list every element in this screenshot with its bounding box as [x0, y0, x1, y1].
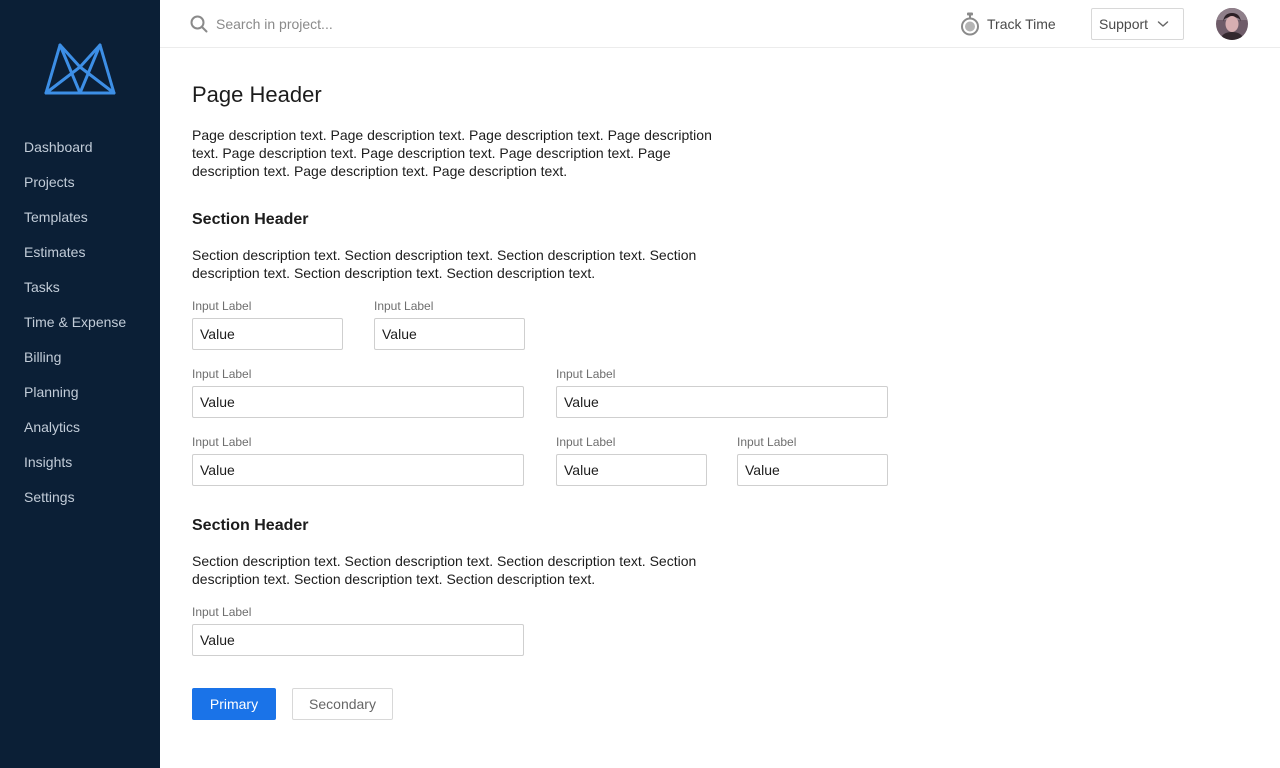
sidebar-item-planning[interactable]: Planning	[0, 375, 160, 410]
sidebar-item-dashboard[interactable]: Dashboard	[0, 130, 160, 165]
form-field: Input Label	[192, 604, 524, 656]
field-label: Input Label	[192, 299, 252, 313]
text-field[interactable]	[192, 624, 524, 656]
form-field: Input Label	[556, 434, 707, 486]
text-field[interactable]	[737, 454, 888, 486]
page-title: Page Header	[192, 82, 322, 107]
field-label: Input Label	[556, 435, 616, 449]
text-field[interactable]	[374, 318, 525, 350]
form-field: Input Label	[192, 366, 524, 418]
field-label: Input Label	[374, 299, 434, 313]
sidebar-item-insights[interactable]: Insights	[0, 445, 160, 480]
form-field: Input Label	[737, 434, 888, 486]
sidebar-item-estimates[interactable]: Estimates	[0, 235, 160, 270]
text-field[interactable]	[192, 454, 524, 486]
field-label: Input Label	[737, 435, 797, 449]
sidebar-item-settings[interactable]: Settings	[0, 480, 160, 515]
sidebar-item-time-expense[interactable]: Time & Expense	[0, 305, 160, 340]
form-field: Input Label	[374, 298, 525, 350]
main-content: Page Header Page description text. Page …	[192, 0, 1252, 768]
section-description: Section description text. Section descri…	[192, 553, 697, 587]
field-label: Input Label	[556, 367, 616, 381]
sidebar-item-billing[interactable]: Billing	[0, 340, 160, 375]
sidebar-item-analytics[interactable]: Analytics	[0, 410, 160, 445]
field-label: Input Label	[192, 367, 252, 381]
text-field[interactable]	[192, 318, 343, 350]
primary-button[interactable]: Primary	[192, 688, 276, 720]
secondary-button[interactable]: Secondary	[292, 688, 393, 720]
page-description: Page description text. Page description …	[192, 127, 712, 179]
form-field: Input Label	[556, 366, 888, 418]
sidebar-item-templates[interactable]: Templates	[0, 200, 160, 235]
form-field: Input Label	[192, 434, 524, 486]
form-field: Input Label	[192, 298, 343, 350]
field-label: Input Label	[192, 605, 252, 619]
text-field[interactable]	[556, 386, 888, 418]
sidebar: Dashboard Projects Templates Estimates T…	[0, 0, 160, 768]
section-title: Section Header	[192, 517, 309, 534]
text-field[interactable]	[556, 454, 707, 486]
text-field[interactable]	[192, 386, 524, 418]
sidebar-item-tasks[interactable]: Tasks	[0, 270, 160, 305]
sidebar-item-projects[interactable]: Projects	[0, 165, 160, 200]
m-logo-icon[interactable]	[44, 42, 116, 96]
section-title: Section Header	[192, 211, 309, 228]
field-label: Input Label	[192, 435, 252, 449]
sidebar-nav: Dashboard Projects Templates Estimates T…	[0, 130, 160, 515]
section-description: Section description text. Section descri…	[192, 247, 697, 281]
